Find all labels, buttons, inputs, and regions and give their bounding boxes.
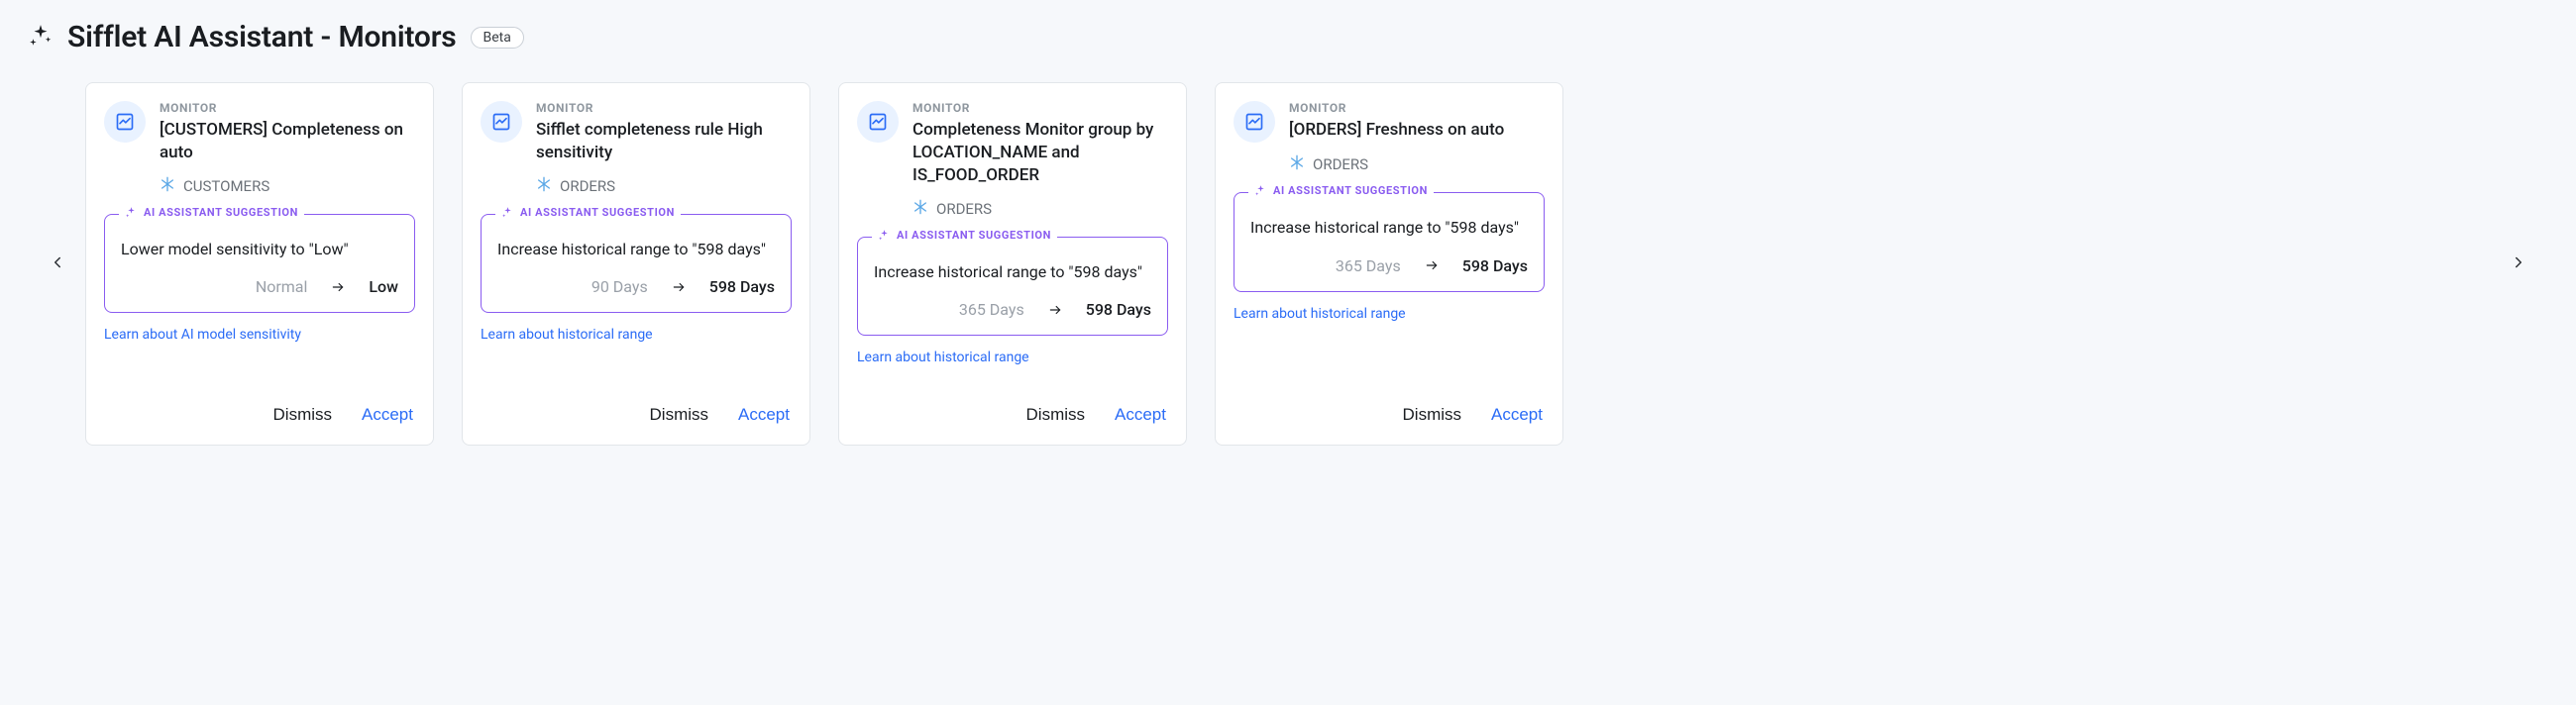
suggestion-box: AI ASSISTANT SUGGESTION Lower model sens…: [104, 214, 415, 314]
snowflake-icon: [912, 199, 928, 219]
dataset-name: ORDERS: [936, 200, 992, 218]
snowflake-icon: [160, 176, 175, 196]
carousel-next-button[interactable]: [2499, 245, 2538, 284]
value-to: 598 Days: [1462, 256, 1528, 275]
accept-button[interactable]: Accept: [1489, 401, 1545, 429]
value-from: 365 Days: [959, 300, 1024, 319]
monitor-icon: [104, 101, 146, 143]
dataset-name: ORDERS: [560, 177, 615, 195]
monitor-card: MONITOR Completeness Monitor group by LO…: [838, 82, 1187, 446]
page-header: Sifflet AI Assistant - Monitors Beta: [28, 20, 2548, 54]
beta-badge: Beta: [471, 27, 524, 49]
value-to: 598 Days: [1086, 300, 1151, 319]
suggestion-label: AI ASSISTANT SUGGESTION: [872, 229, 1057, 242]
dataset-name: ORDERS: [1313, 155, 1368, 173]
learn-link[interactable]: Learn about AI model sensitivity: [104, 327, 415, 343]
chevron-left-icon: [49, 253, 66, 274]
suggestion-text: Lower model sensitivity to "Low": [121, 239, 398, 260]
suggestion-box: AI ASSISTANT SUGGESTION Increase histori…: [857, 237, 1168, 337]
cards-row: MONITOR [CUSTOMERS] Completeness on auto…: [28, 82, 2548, 446]
snowflake-icon: [536, 176, 552, 196]
arrow-right-icon: [1046, 303, 1064, 317]
arrow-right-icon: [329, 280, 347, 294]
learn-link[interactable]: Learn about historical range: [1234, 306, 1545, 322]
card-kicker: MONITOR: [160, 101, 415, 115]
arrow-right-icon: [1423, 258, 1441, 272]
monitor-card: MONITOR [ORDERS] Freshness on auto ORDER…: [1215, 82, 1563, 446]
monitor-icon: [1234, 101, 1275, 143]
suggestion-text: Increase historical range to "598 days": [1250, 217, 1528, 239]
learn-link[interactable]: Learn about historical range: [481, 327, 792, 343]
value-from: Normal: [256, 277, 308, 296]
dismiss-button[interactable]: Dismiss: [1024, 401, 1088, 429]
suggestion-text: Increase historical range to "598 days": [874, 261, 1151, 283]
suggestion-box: AI ASSISTANT SUGGESTION Increase histori…: [1234, 192, 1545, 292]
card-kicker: MONITOR: [912, 101, 1168, 115]
page-title: Sifflet AI Assistant - Monitors: [67, 20, 457, 54]
card-kicker: MONITOR: [536, 101, 792, 115]
suggestion-label: AI ASSISTANT SUGGESTION: [1248, 184, 1434, 197]
monitor-card: MONITOR Sifflet completeness rule High s…: [462, 82, 810, 446]
card-title: Sifflet completeness rule High sensitivi…: [536, 119, 792, 164]
value-from: 90 Days: [591, 277, 648, 296]
accept-button[interactable]: Accept: [736, 401, 792, 429]
value-from: 365 Days: [1336, 256, 1401, 275]
chevron-right-icon: [2510, 253, 2527, 274]
card-kicker: MONITOR: [1289, 101, 1545, 115]
suggestion-text: Increase historical range to "598 days": [497, 239, 775, 260]
accept-button[interactable]: Accept: [360, 401, 415, 429]
suggestion-label: AI ASSISTANT SUGGESTION: [119, 206, 304, 219]
arrow-right-icon: [670, 280, 688, 294]
sparkle-icon: [28, 23, 54, 52]
card-title: [CUSTOMERS] Completeness on auto: [160, 119, 415, 164]
suggestion-box: AI ASSISTANT SUGGESTION Increase histori…: [481, 214, 792, 314]
card-title: [ORDERS] Freshness on auto: [1289, 119, 1545, 142]
accept-button[interactable]: Accept: [1113, 401, 1168, 429]
value-to: Low: [369, 277, 398, 296]
monitor-card: MONITOR [CUSTOMERS] Completeness on auto…: [85, 82, 434, 446]
dismiss-button[interactable]: Dismiss: [648, 401, 711, 429]
dismiss-button[interactable]: Dismiss: [271, 401, 335, 429]
monitor-carousel: MONITOR [CUSTOMERS] Completeness on auto…: [28, 82, 2548, 446]
carousel-prev-button[interactable]: [38, 245, 77, 284]
monitor-icon: [857, 101, 899, 143]
dataset-name: CUSTOMERS: [183, 177, 269, 195]
value-to: 598 Days: [709, 277, 775, 296]
snowflake-icon: [1289, 154, 1305, 174]
monitor-icon: [481, 101, 522, 143]
dismiss-button[interactable]: Dismiss: [1401, 401, 1464, 429]
learn-link[interactable]: Learn about historical range: [857, 350, 1168, 365]
suggestion-label: AI ASSISTANT SUGGESTION: [495, 206, 681, 219]
card-title: Completeness Monitor group by LOCATION_N…: [912, 119, 1168, 187]
